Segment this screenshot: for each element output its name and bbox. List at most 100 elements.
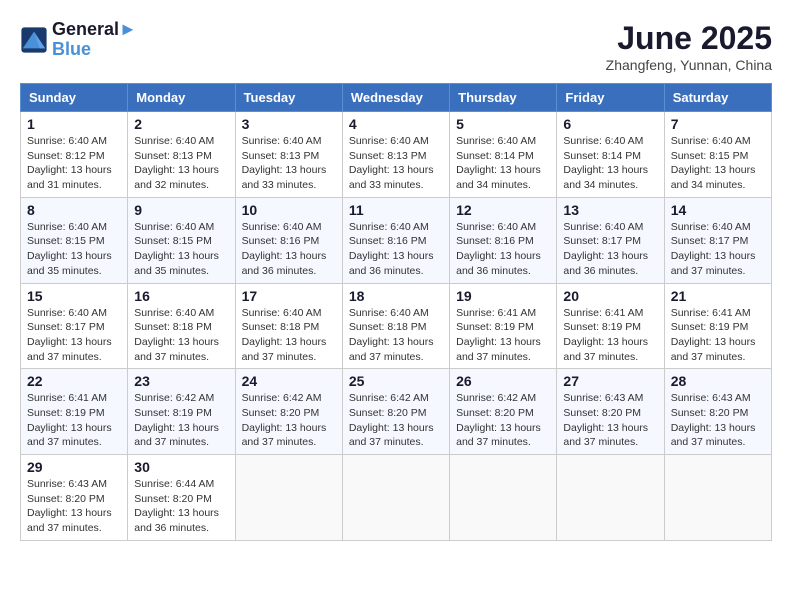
day-number: 3 (242, 116, 336, 132)
day-info: Sunrise: 6:40 AM Sunset: 8:13 PM Dayligh… (242, 134, 336, 193)
day-header-friday: Friday (557, 84, 664, 112)
day-number: 7 (671, 116, 765, 132)
calendar-week-3: 15 Sunrise: 6:40 AM Sunset: 8:17 PM Dayli… (21, 283, 772, 369)
day-info: Sunrise: 6:40 AM Sunset: 8:12 PM Dayligh… (27, 134, 121, 193)
day-info: Sunrise: 6:41 AM Sunset: 8:19 PM Dayligh… (456, 306, 550, 365)
day-number: 25 (349, 373, 443, 389)
calendar-week-5: 29Sunrise: 6:43 AM Sunset: 8:20 PM Dayli… (21, 455, 772, 541)
title-block: June 2025 Zhangfeng, Yunnan, China (606, 20, 772, 73)
day-info: Sunrise: 6:40 AM Sunset: 8:17 PM Dayligh… (563, 220, 657, 279)
calendar-cell: 1 Sunrise: 6:40 AM Sunset: 8:12 PM Daylig… (21, 112, 128, 198)
calendar-cell: 24 Sunrise: 6:42 AM Sunset: 8:20 PM Dayli… (235, 369, 342, 455)
day-number: 19 (456, 288, 550, 304)
calendar-cell (235, 455, 342, 541)
day-number: 24 (242, 373, 336, 389)
calendar-cell (342, 455, 449, 541)
calendar-cell: 22 Sunrise: 6:41 AM Sunset: 8:19 PM Dayli… (21, 369, 128, 455)
calendar-cell: 15 Sunrise: 6:40 AM Sunset: 8:17 PM Dayli… (21, 283, 128, 369)
day-info: Sunrise: 6:40 AM Sunset: 8:15 PM Dayligh… (671, 134, 765, 193)
logo: General► Blue (20, 20, 137, 60)
calendar-cell: 20Sunrise: 6:41 AM Sunset: 8:19 PM Dayli… (557, 283, 664, 369)
day-number: 30 (134, 459, 228, 475)
day-info: Sunrise: 6:42 AM Sunset: 8:20 PM Dayligh… (349, 391, 443, 450)
day-info: Sunrise: 6:40 AM Sunset: 8:17 PM Dayligh… (27, 306, 121, 365)
calendar-cell: 8 Sunrise: 6:40 AM Sunset: 8:15 PM Daylig… (21, 197, 128, 283)
calendar-week-1: 1 Sunrise: 6:40 AM Sunset: 8:12 PM Daylig… (21, 112, 772, 198)
day-number: 12 (456, 202, 550, 218)
day-header-wednesday: Wednesday (342, 84, 449, 112)
day-info: Sunrise: 6:40 AM Sunset: 8:18 PM Dayligh… (349, 306, 443, 365)
day-info: Sunrise: 6:40 AM Sunset: 8:18 PM Dayligh… (134, 306, 228, 365)
day-number: 22 (27, 373, 121, 389)
day-header-sunday: Sunday (21, 84, 128, 112)
calendar-cell: 13 Sunrise: 6:40 AM Sunset: 8:17 PM Dayli… (557, 197, 664, 283)
location: Zhangfeng, Yunnan, China (606, 57, 772, 73)
day-number: 16 (134, 288, 228, 304)
calendar-cell: 14 Sunrise: 6:40 AM Sunset: 8:17 PM Dayli… (664, 197, 771, 283)
calendar-cell: 3 Sunrise: 6:40 AM Sunset: 8:13 PM Daylig… (235, 112, 342, 198)
calendar-cell: 17 Sunrise: 6:40 AM Sunset: 8:18 PM Dayli… (235, 283, 342, 369)
day-info: Sunrise: 6:40 AM Sunset: 8:15 PM Dayligh… (27, 220, 121, 279)
day-info: Sunrise: 6:40 AM Sunset: 8:14 PM Dayligh… (563, 134, 657, 193)
calendar-cell: 27 Sunrise: 6:43 AM Sunset: 8:20 PM Dayli… (557, 369, 664, 455)
calendar-cell: 16 Sunrise: 6:40 AM Sunset: 8:18 PM Dayli… (128, 283, 235, 369)
day-number: 28 (671, 373, 765, 389)
page-header: General► Blue June 2025 Zhangfeng, Yunna… (20, 20, 772, 73)
day-info: Sunrise: 6:40 AM Sunset: 8:14 PM Dayligh… (456, 134, 550, 193)
calendar-cell: 23 Sunrise: 6:42 AM Sunset: 8:19 PM Dayli… (128, 369, 235, 455)
day-number: 21 (671, 288, 765, 304)
calendar-cell (664, 455, 771, 541)
day-number: 8 (27, 202, 121, 218)
logo-text: General► Blue (52, 20, 137, 60)
calendar-cell: 11 Sunrise: 6:40 AM Sunset: 8:16 PM Dayli… (342, 197, 449, 283)
calendar-cell: 4Sunrise: 6:40 AM Sunset: 8:13 PM Daylig… (342, 112, 449, 198)
calendar-cell: 21Sunrise: 6:41 AM Sunset: 8:19 PM Dayli… (664, 283, 771, 369)
day-info: Sunrise: 6:41 AM Sunset: 8:19 PM Dayligh… (27, 391, 121, 450)
calendar-table: SundayMondayTuesdayWednesdayThursdayFrid… (20, 83, 772, 541)
day-info: Sunrise: 6:42 AM Sunset: 8:19 PM Dayligh… (134, 391, 228, 450)
calendar-week-2: 8 Sunrise: 6:40 AM Sunset: 8:15 PM Daylig… (21, 197, 772, 283)
day-info: Sunrise: 6:41 AM Sunset: 8:19 PM Dayligh… (563, 306, 657, 365)
calendar-header-row: SundayMondayTuesdayWednesdayThursdayFrid… (21, 84, 772, 112)
calendar-cell: 25 Sunrise: 6:42 AM Sunset: 8:20 PM Dayli… (342, 369, 449, 455)
day-info: Sunrise: 6:43 AM Sunset: 8:20 PM Dayligh… (27, 477, 121, 536)
calendar-cell: 5 Sunrise: 6:40 AM Sunset: 8:14 PM Daylig… (450, 112, 557, 198)
day-info: Sunrise: 6:40 AM Sunset: 8:16 PM Dayligh… (349, 220, 443, 279)
day-info: Sunrise: 6:44 AM Sunset: 8:20 PM Dayligh… (134, 477, 228, 536)
calendar-cell: 29Sunrise: 6:43 AM Sunset: 8:20 PM Dayli… (21, 455, 128, 541)
day-info: Sunrise: 6:40 AM Sunset: 8:15 PM Dayligh… (134, 220, 228, 279)
calendar-cell: 19 Sunrise: 6:41 AM Sunset: 8:19 PM Dayli… (450, 283, 557, 369)
calendar-cell: 2 Sunrise: 6:40 AM Sunset: 8:13 PM Daylig… (128, 112, 235, 198)
day-info: Sunrise: 6:42 AM Sunset: 8:20 PM Dayligh… (242, 391, 336, 450)
day-info: Sunrise: 6:40 AM Sunset: 8:16 PM Dayligh… (456, 220, 550, 279)
day-number: 13 (563, 202, 657, 218)
day-number: 18 (349, 288, 443, 304)
day-number: 1 (27, 116, 121, 132)
day-number: 17 (242, 288, 336, 304)
calendar-cell (557, 455, 664, 541)
day-number: 26 (456, 373, 550, 389)
calendar-cell: 28 Sunrise: 6:43 AM Sunset: 8:20 PM Dayli… (664, 369, 771, 455)
day-number: 15 (27, 288, 121, 304)
day-info: Sunrise: 6:40 AM Sunset: 8:18 PM Dayligh… (242, 306, 336, 365)
day-info: Sunrise: 6:40 AM Sunset: 8:17 PM Dayligh… (671, 220, 765, 279)
calendar-cell: 26Sunrise: 6:42 AM Sunset: 8:20 PM Dayli… (450, 369, 557, 455)
day-number: 9 (134, 202, 228, 218)
day-number: 14 (671, 202, 765, 218)
calendar-cell: 7 Sunrise: 6:40 AM Sunset: 8:15 PM Daylig… (664, 112, 771, 198)
day-number: 11 (349, 202, 443, 218)
calendar-cell: 18 Sunrise: 6:40 AM Sunset: 8:18 PM Dayli… (342, 283, 449, 369)
day-header-saturday: Saturday (664, 84, 771, 112)
month-title: June 2025 (606, 20, 772, 57)
calendar-cell: 9 Sunrise: 6:40 AM Sunset: 8:15 PM Daylig… (128, 197, 235, 283)
day-number: 23 (134, 373, 228, 389)
logo-icon (20, 26, 48, 54)
day-number: 5 (456, 116, 550, 132)
day-info: Sunrise: 6:40 AM Sunset: 8:13 PM Dayligh… (134, 134, 228, 193)
day-number: 27 (563, 373, 657, 389)
day-header-tuesday: Tuesday (235, 84, 342, 112)
day-info: Sunrise: 6:43 AM Sunset: 8:20 PM Dayligh… (671, 391, 765, 450)
calendar-cell: 6Sunrise: 6:40 AM Sunset: 8:14 PM Daylig… (557, 112, 664, 198)
day-info: Sunrise: 6:43 AM Sunset: 8:20 PM Dayligh… (563, 391, 657, 450)
day-number: 2 (134, 116, 228, 132)
